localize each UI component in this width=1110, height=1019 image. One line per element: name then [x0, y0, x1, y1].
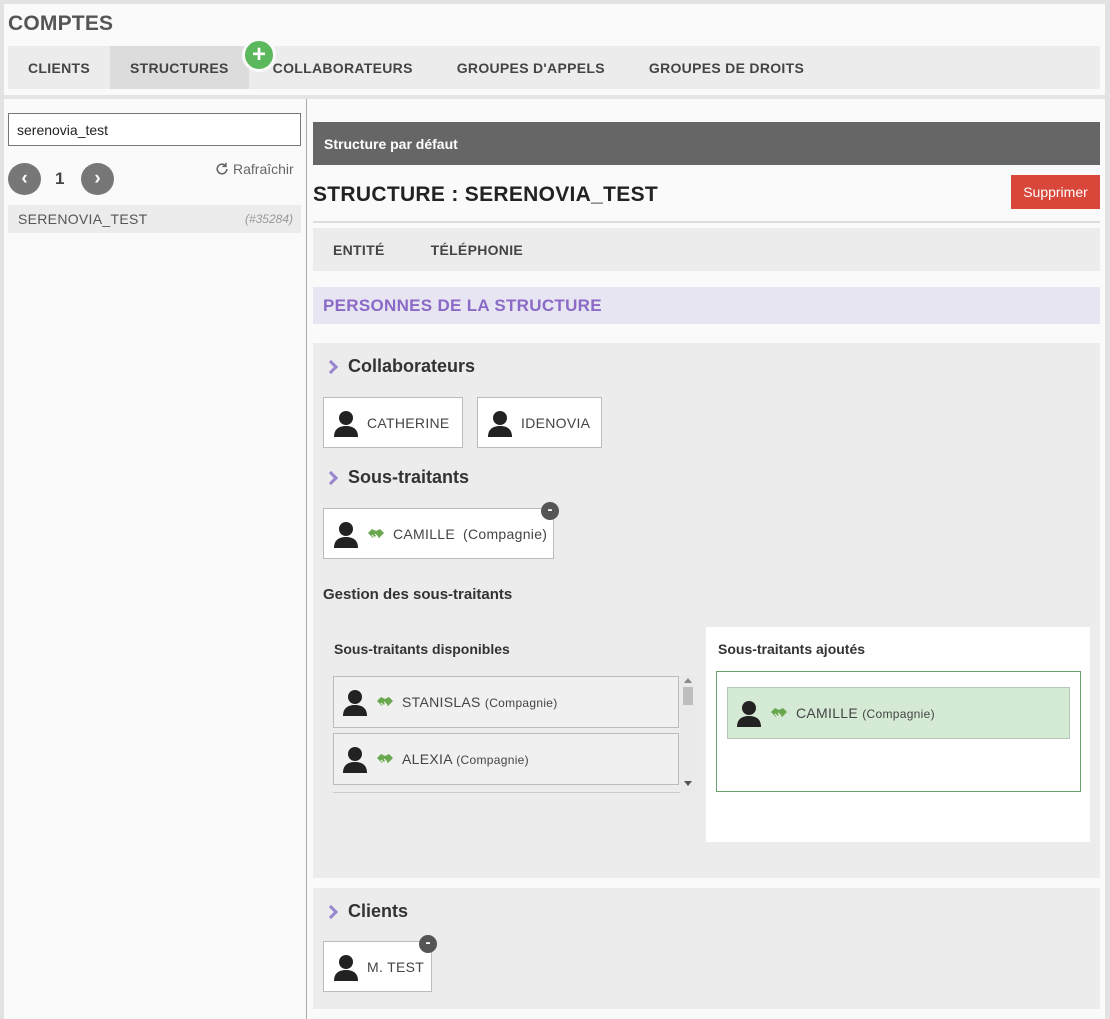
available-scrollbar[interactable] [680, 676, 696, 793]
default-structure-bar: Structure par défaut [313, 122, 1100, 165]
sous-traitant-card[interactable]: CAMILLE (Compagnie) [323, 508, 554, 559]
collaborateur-name: IDENOVIA [521, 414, 591, 431]
clients-title: Clients [348, 901, 409, 921]
handshake-icon [376, 695, 394, 709]
page-title: COMPTES [8, 12, 114, 35]
page-number: 1 [55, 169, 65, 188]
sous-traitants-section-toggle[interactable]: Sous-traitants [323, 467, 470, 488]
scroll-down-icon[interactable] [684, 781, 692, 786]
next-page-button[interactable]: › [81, 163, 114, 195]
available-company: (Compagnie) [456, 753, 529, 767]
detail-panel: Structure par défaut STRUCTURE : SERENOV… [308, 99, 1105, 1019]
tab-structures[interactable]: STRUCTURES [110, 46, 249, 89]
person-icon [333, 520, 359, 548]
available-item[interactable]: ALEXIA (Compagnie) [333, 733, 679, 785]
handshake-icon [376, 752, 394, 766]
remove-client-button[interactable]: - [419, 935, 437, 953]
scroll-up-icon[interactable] [684, 678, 692, 683]
tab-entite[interactable]: ENTITÉ [313, 242, 407, 258]
handshake-icon [770, 706, 788, 720]
client-name: M. TEST [367, 958, 425, 975]
divider [313, 221, 1100, 223]
available-list: STANISLAS (Compagnie) ALEXIA (Compagnie) [333, 676, 696, 793]
person-icon [342, 688, 368, 716]
collaborateurs-title: Collaborateurs [348, 356, 476, 376]
refresh-icon [216, 162, 228, 175]
sidebar: ‹ 1 › Rafraîchir SERENOVIA_TEST (#35284) [4, 99, 307, 1019]
structure-title: STRUCTURE : SERENOVIA_TEST [313, 183, 658, 206]
delete-button[interactable]: Supprimer [1011, 175, 1100, 209]
prev-page-button[interactable]: ‹ [8, 163, 41, 195]
available-name: STANISLAS [402, 694, 481, 710]
tab-clients[interactable]: CLIENTS [8, 46, 110, 89]
person-icon [736, 699, 762, 727]
chevron-right-icon [323, 470, 339, 485]
added-panel: Sous-traitants ajoutés CAMILLE (Compagni… [706, 627, 1090, 842]
added-item[interactable]: CAMILLE (Compagnie) [727, 687, 1070, 739]
sous-traitant-company: (Compagnie) [463, 525, 548, 542]
remove-sous-traitant-button[interactable]: - [541, 502, 559, 520]
collaborateur-name: CATHERINE [367, 414, 450, 431]
added-name: CAMILLE [796, 705, 859, 721]
sous-traitant-name: CAMILLE [393, 525, 456, 542]
collaborateur-card[interactable]: IDENOVIA [477, 397, 602, 448]
tab-telephonie[interactable]: TÉLÉPHONIE [407, 242, 545, 258]
refresh-button[interactable]: Rafraîchir [215, 161, 294, 177]
search-input[interactable] [8, 113, 301, 146]
client-card[interactable]: M. TEST [323, 941, 432, 992]
person-icon [342, 745, 368, 773]
sub-tabs: ENTITÉ TÉLÉPHONIE [313, 228, 1100, 271]
people-section: Collaborateurs CATHERINE IDENOVIA Sous-t… [313, 343, 1100, 878]
clients-section-toggle[interactable]: Clients [323, 901, 409, 922]
person-icon [487, 409, 513, 437]
added-company: (Compagnie) [862, 707, 935, 721]
list-item[interactable]: SERENOVIA_TEST (#35284) [8, 205, 301, 233]
tab-groupes-droits[interactable]: GROUPES DE DROITS [625, 46, 824, 89]
clients-section: Clients M. TEST - [313, 888, 1100, 1009]
added-dropzone[interactable]: CAMILLE (Compagnie) [716, 671, 1081, 792]
tab-collaborateurs[interactable]: COLLABORATEURS [249, 46, 433, 89]
person-icon [333, 953, 359, 981]
collaborateurs-section-toggle[interactable]: Collaborateurs [323, 356, 476, 377]
add-structure-button[interactable]: + [242, 38, 276, 72]
available-item[interactable]: STANISLAS (Compagnie) [333, 676, 679, 728]
available-name: ALEXIA [402, 751, 453, 767]
added-title: Sous-traitants ajoutés [718, 641, 866, 657]
chevron-right-icon [323, 359, 339, 374]
gestion-title: Gestion des sous-traitants [323, 586, 513, 603]
collaborateur-card[interactable]: CATHERINE [323, 397, 463, 448]
sous-traitants-title: Sous-traitants [348, 467, 470, 487]
tab-groupes-appels[interactable]: GROUPES D'APPELS [433, 46, 625, 89]
handshake-icon [367, 527, 385, 541]
people-section-header: PERSONNES DE LA STRUCTURE [313, 287, 1100, 324]
chevron-right-icon [323, 904, 339, 919]
list-item-name: SERENOVIA_TEST [18, 211, 148, 227]
list-item-id: (#35284) [244, 212, 293, 226]
person-icon [333, 409, 359, 437]
available-title: Sous-traitants disponibles [334, 641, 510, 657]
scroll-thumb[interactable] [683, 687, 693, 705]
refresh-label: Rafraîchir [233, 161, 294, 177]
main-tabs: CLIENTS STRUCTURES COLLABORATEURS GROUPE… [8, 46, 1100, 89]
available-company: (Compagnie) [484, 696, 558, 710]
